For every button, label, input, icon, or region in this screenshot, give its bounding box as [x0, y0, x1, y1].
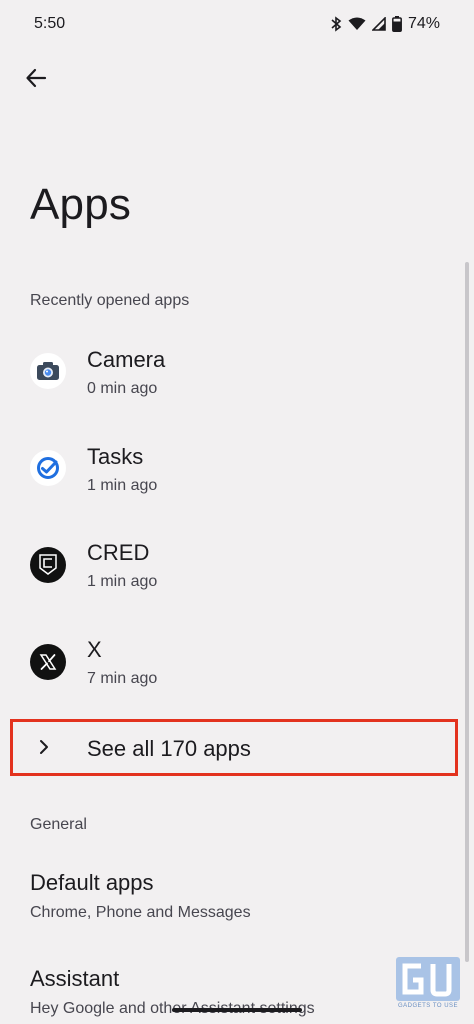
bluetooth-icon: [330, 16, 342, 32]
app-row-tasks[interactable]: Tasks 1 min ago: [0, 424, 474, 514]
battery-percent: 74%: [407, 15, 440, 32]
app-last-opened: 0 min ago: [87, 380, 158, 397]
app-row-cred[interactable]: CRED 1 min ago: [0, 520, 474, 610]
watermark-text: GADGETS TO USE: [397, 1003, 459, 1009]
app-name: X: [87, 637, 102, 662]
setting-title: Assistant: [30, 966, 120, 991]
section-header-recent: Recently opened apps: [30, 292, 190, 309]
setting-subtitle: Chrome, Phone and Messages: [30, 904, 251, 921]
setting-default-apps[interactable]: Default apps Chrome, Phone and Messages: [0, 858, 474, 928]
section-header-general: General: [30, 816, 87, 833]
app-row-camera[interactable]: Camera 0 min ago: [0, 327, 474, 417]
wifi-icon: [348, 17, 366, 31]
status-time: 5:50: [34, 15, 66, 32]
camera-icon: [30, 353, 66, 389]
app-last-opened: 1 min ago: [87, 573, 158, 590]
app-last-opened: 1 min ago: [87, 477, 158, 494]
back-button[interactable]: [18, 62, 54, 98]
app-name: CRED: [87, 540, 150, 565]
app-name: Camera: [87, 347, 166, 372]
app-name: Tasks: [87, 444, 144, 469]
setting-title: Default apps: [30, 870, 154, 895]
app-row-x[interactable]: X 7 min ago: [0, 617, 474, 707]
see-all-apps-button[interactable]: See all 170 apps: [10, 719, 458, 776]
page-title: Apps: [30, 180, 132, 229]
app-last-opened: 7 min ago: [87, 670, 158, 687]
navigation-handle[interactable]: [172, 1008, 302, 1012]
status-icons: 74%: [330, 15, 440, 33]
cred-icon: [30, 547, 66, 583]
chevron-right-icon: [37, 738, 51, 761]
watermark-logo: GADGETS TO USE: [392, 956, 464, 1016]
tasks-icon: [30, 450, 66, 486]
signal-icon: [371, 17, 386, 31]
status-bar: 5:50 74%: [0, 0, 474, 48]
gadgets-to-use-logo-icon: [396, 957, 460, 1001]
see-all-apps-label: See all 170 apps: [87, 736, 251, 761]
scrollbar[interactable]: [465, 262, 469, 962]
battery-icon: [392, 16, 402, 32]
arrow-left-icon: [25, 67, 47, 94]
x-icon: [30, 644, 66, 680]
